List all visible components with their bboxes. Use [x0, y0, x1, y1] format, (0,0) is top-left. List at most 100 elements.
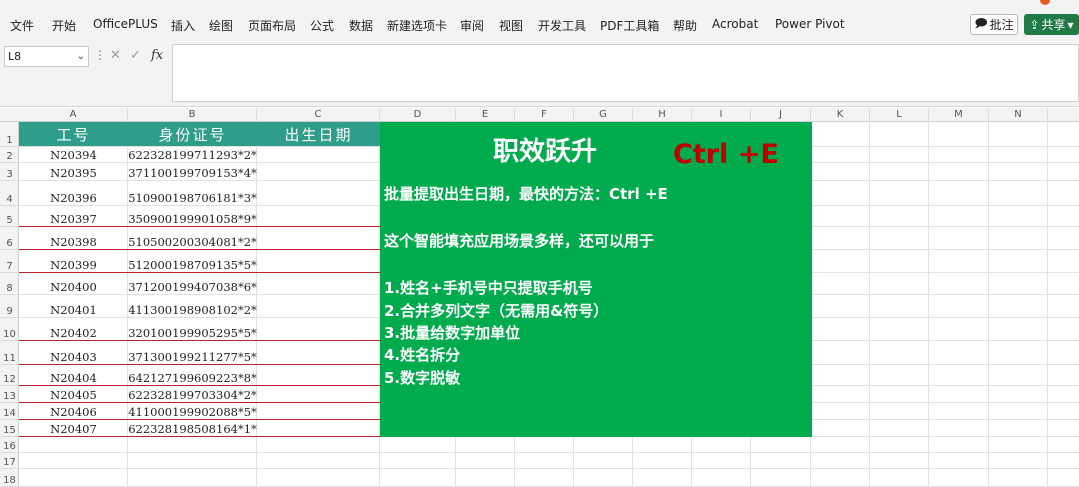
ribbon-tab[interactable]: 新建选项卡 [387, 17, 447, 34]
column-header[interactable]: F [515, 108, 574, 122]
employee-id-cell[interactable]: N20394 [19, 147, 128, 163]
row-header[interactable]: 17 [0, 453, 19, 469]
id-card-cell[interactable]: 622328199703304*2* [128, 386, 257, 403]
header-cell-id[interactable]: 工号 [19, 122, 128, 146]
column-header[interactable]: A [19, 108, 128, 122]
grid-line [19, 468, 1079, 469]
employee-id-cell[interactable]: N20404 [19, 365, 128, 386]
column-header[interactable]: C [257, 108, 380, 122]
chevron-down-icon[interactable]: ⌄ [77, 47, 85, 66]
worksheet-grid[interactable]: 职效跃升 Ctrl +E 批量提取出生日期，最快的方法：Ctrl +E 这个智能填… [19, 122, 1079, 487]
employee-id-cell[interactable]: N20399 [19, 250, 128, 273]
employee-id-cell[interactable]: N20396 [19, 181, 128, 206]
share-icon: ⇪ [1029, 17, 1040, 32]
row-header[interactable]: 2 [0, 147, 19, 163]
column-header[interactable]: H [633, 108, 692, 122]
header-cell-birth-date[interactable]: 出生日期 [257, 122, 380, 146]
row-header[interactable]: 18 [0, 469, 19, 487]
employee-id-cell[interactable]: N20400 [19, 273, 128, 295]
row-header[interactable]: 14 [0, 403, 19, 420]
row-header[interactable]: 13 [0, 386, 19, 403]
cancel-icon[interactable]: ✕ [110, 48, 121, 63]
id-card-cell[interactable]: 320100199905295*5* [128, 318, 257, 341]
comment-icon: 🗩 [974, 16, 988, 30]
panel-line: 4.姓名拆分 [384, 346, 461, 364]
id-card-cell[interactable]: 371100199709153*4* [128, 163, 257, 181]
more-options-icon[interactable]: ⋮ [94, 48, 106, 62]
column-header[interactable]: N [989, 108, 1048, 122]
id-card-cell[interactable]: 350900199901058*9* [128, 206, 257, 227]
ribbon-tab[interactable]: 绘图 [209, 17, 233, 34]
row-border [19, 272, 380, 273]
row-border [19, 340, 380, 341]
column-header[interactable]: B [128, 108, 257, 122]
column-header[interactable]: J [751, 108, 811, 122]
id-card-cell[interactable]: 510900198706181*3* [128, 181, 257, 206]
row-header[interactable]: 5 [0, 206, 19, 227]
formula-input[interactable] [172, 44, 1079, 102]
ribbon-tab[interactable]: Acrobat [712, 17, 758, 31]
ribbon-tab[interactable]: OfficePLUS [93, 17, 158, 31]
id-card-cell[interactable]: 371300199211277*5* [128, 341, 257, 365]
employee-id-cell[interactable]: N20401 [19, 295, 128, 318]
column-header[interactable]: M [929, 108, 989, 122]
row-header[interactable]: 3 [0, 163, 19, 181]
row-header[interactable]: 6 [0, 227, 19, 250]
ribbon-tab[interactable]: 数据 [349, 17, 373, 34]
comment-button[interactable]: 🗩 批注 [970, 14, 1018, 35]
column-header[interactable]: G [574, 108, 633, 122]
row-header[interactable]: 15 [0, 420, 19, 437]
panel-line: 3.批量给数字加单位 [384, 324, 521, 342]
ribbon-tab[interactable]: 页面布局 [248, 17, 296, 34]
id-card-cell[interactable]: 411300198908102*2* [128, 295, 257, 318]
name-box-value: L8 [8, 50, 22, 63]
employee-id-cell[interactable]: N20397 [19, 206, 128, 227]
row-header[interactable]: 4 [0, 181, 19, 206]
employee-id-cell[interactable]: N20406 [19, 403, 128, 420]
name-box[interactable]: L8 ⌄ [4, 46, 89, 67]
ribbon-tab[interactable]: Power Pivot [775, 17, 845, 31]
id-card-cell[interactable]: 371200199407038*6* [128, 273, 257, 295]
column-header[interactable]: D [380, 108, 456, 122]
grid-line [869, 122, 870, 487]
ribbon-tab[interactable]: 插入 [171, 17, 195, 34]
row-header[interactable]: 1 [0, 122, 19, 147]
employee-id-cell[interactable]: N20407 [19, 420, 128, 437]
employee-id-cell[interactable]: N20402 [19, 318, 128, 341]
ribbon-tab[interactable]: 开始 [52, 17, 76, 34]
ribbon-tab[interactable]: 审阅 [460, 17, 484, 34]
column-header[interactable]: K [811, 108, 870, 122]
id-card-cell[interactable]: 622328199711293*2* [128, 147, 257, 163]
id-card-cell[interactable]: 512000198709135*5* [128, 250, 257, 273]
ribbon-tab[interactable]: 视图 [499, 17, 523, 34]
header-cell-id-card[interactable]: 身份证号 [128, 122, 257, 146]
ribbon-tab[interactable]: 开发工具 [538, 17, 586, 34]
formula-bar: L8 ⌄ ⋮ ✕ ✓ fx [0, 38, 1079, 107]
row-header[interactable]: 11 [0, 341, 19, 365]
row-header[interactable]: 10 [0, 318, 19, 341]
account-icon[interactable] [1040, 0, 1050, 5]
insert-function-icon[interactable]: fx [151, 48, 163, 63]
confirm-icon[interactable]: ✓ [130, 48, 141, 63]
ribbon-tab[interactable]: PDF工具箱 [600, 17, 659, 34]
ribbon-tab[interactable]: 帮助 [673, 17, 697, 34]
row-header[interactable]: 7 [0, 250, 19, 273]
employee-id-cell[interactable]: N20398 [19, 227, 128, 250]
employee-id-cell[interactable]: N20395 [19, 163, 128, 181]
ribbon-tab[interactable]: 公式 [310, 17, 334, 34]
column-header[interactable]: I [692, 108, 751, 122]
id-card-cell[interactable]: 411000199902088*5* [128, 403, 257, 420]
row-header[interactable]: 9 [0, 295, 19, 318]
row-header[interactable]: 16 [0, 437, 19, 453]
share-button[interactable]: ⇪ 共享 ▾ [1024, 14, 1079, 35]
ribbon-tab[interactable]: 文件 [10, 17, 34, 34]
row-header[interactable]: 12 [0, 365, 19, 386]
employee-id-cell[interactable]: N20403 [19, 341, 128, 365]
id-card-cell[interactable]: 642127199609223*8* [128, 365, 257, 386]
row-header[interactable]: 8 [0, 273, 19, 295]
column-header[interactable]: E [456, 108, 515, 122]
employee-id-cell[interactable]: N20405 [19, 386, 128, 403]
id-card-cell[interactable]: 510500200304081*2* [128, 227, 257, 250]
id-card-cell[interactable]: 622328198508164*1* [128, 420, 257, 437]
column-header[interactable]: L [870, 108, 929, 122]
